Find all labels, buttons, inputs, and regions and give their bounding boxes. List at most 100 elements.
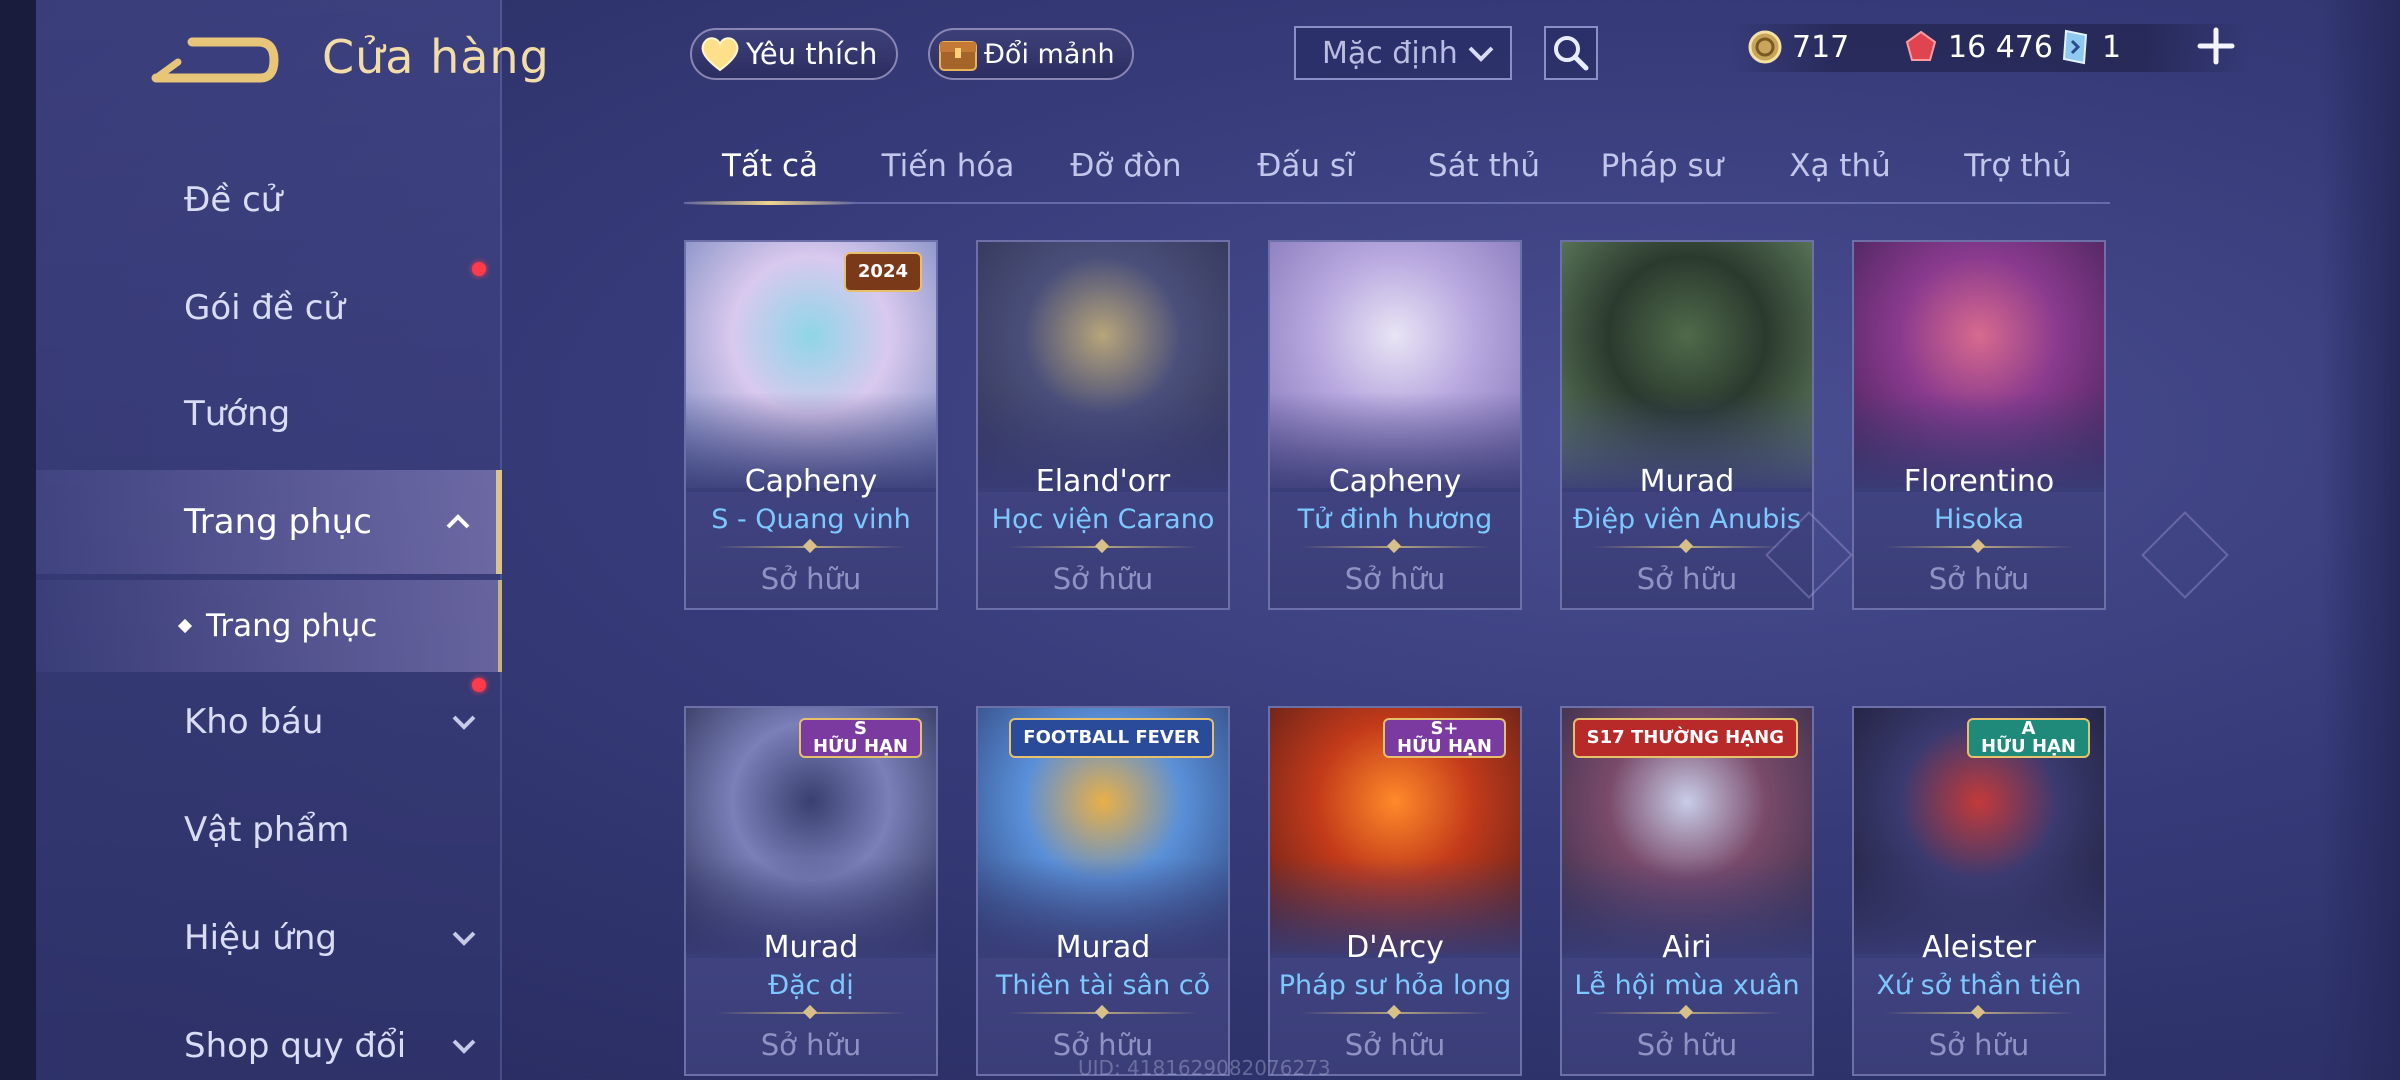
tab-fighter[interactable]: Đấu sĩ [1226, 148, 1386, 184]
notification-dot [472, 262, 486, 276]
gold-balance: 717 [1746, 28, 1849, 66]
sidebar-item-skins[interactable]: Trang phục [36, 470, 502, 574]
tab-assassin[interactable]: Sát thủ [1404, 148, 1564, 184]
skin-card[interactable]: Capheny Tử đinh hương Sở hữu [1268, 240, 1522, 610]
skin-name: Học viện Carano [991, 504, 1215, 535]
skin-name: S - Quang vinh [711, 504, 911, 535]
ticket-value: 1 [2102, 29, 2122, 65]
divider-diamond-icon [1678, 538, 1694, 554]
skin-card[interactable]: FOOTBALL FEVER Murad Thiên tài sân cỏ Sở hữ… [976, 706, 1230, 1076]
sidebar-item-label: Vật phẩm [184, 810, 350, 850]
sidebar-subitem-skins[interactable]: Trang phục [36, 580, 502, 672]
exchange-fragments-button[interactable]: Đổi mảnh [928, 28, 1134, 80]
skin-card[interactable]: S HỮU HẠN Murad Đặc dị Sở hữu [684, 706, 938, 1076]
hero-name: Florentino [1903, 464, 2055, 499]
divider-diamond-icon [1970, 538, 1986, 554]
rarity-badge: S+ HỮU HẠN [1382, 718, 1506, 758]
sidebar-item-effects[interactable]: Hiệu ứng [36, 886, 502, 990]
hero-name: Eland'orr [1035, 464, 1171, 499]
bullet-icon [177, 618, 193, 634]
tab-label: Sát thủ [1427, 148, 1541, 184]
gold-value: 717 [1792, 29, 1850, 65]
tab-label: Đấu sĩ [1257, 148, 1355, 184]
divider-diamond-icon [1386, 1004, 1402, 1020]
sidebar-item-label: Đề cử [184, 180, 283, 220]
sidebar-item-recommended[interactable]: Đề cử [36, 148, 502, 252]
tab-mage[interactable]: Pháp sư [1582, 148, 1742, 184]
hero-name: Capheny [1328, 464, 1462, 499]
owned-status: Sở hữu [760, 562, 862, 596]
sidebar-item-label: Kho báu [184, 702, 324, 742]
sidebar-item-items[interactable]: Vật phẩm [36, 778, 502, 882]
tab-marksman[interactable]: Xạ thủ [1760, 148, 1920, 184]
owned-status: Sở hữu [1636, 562, 1738, 596]
tab-label: Tất cả [722, 148, 818, 184]
divider-diamond-icon [1094, 538, 1110, 554]
tab-support[interactable]: Trợ thủ [1938, 148, 2098, 184]
skin-name: Thiên tài sân cỏ [995, 970, 1211, 1001]
sidebar-item-label: Trang phục [184, 502, 372, 542]
sort-dropdown[interactable]: Mặc định [1294, 26, 1512, 80]
skin-card[interactable]: A HỮU HẠN Aleister Xứ sở thần tiên Sở hữu [1852, 706, 2106, 1076]
sidebar-item-heroes[interactable]: Tướng [36, 362, 502, 466]
tab-label: Đỡ đòn [1070, 148, 1182, 184]
sidebar-item-label: Shop quy đổi [184, 1026, 407, 1066]
plus-icon[interactable] [2196, 26, 2236, 66]
tab-label: Pháp sư [1600, 148, 1724, 184]
skin-card[interactable]: Eland'orr Học viện Carano Sở hữu [976, 240, 1230, 610]
skin-card[interactable]: S+ HỮU HẠN D'Arcy Pháp sư hỏa long Sở hữu [1268, 706, 1522, 1076]
skin-name: Xứ sở thần tiên [1876, 970, 2082, 1001]
chevron-down-icon [452, 715, 476, 730]
hero-name: Murad [763, 930, 859, 965]
left-edge [0, 0, 36, 1080]
skin-name: Pháp sư hỏa long [1278, 970, 1512, 1001]
sidebar-item-recommended-bundles[interactable]: Gói đề cử [36, 256, 502, 360]
sidebar-item-treasure[interactable]: Kho báu [36, 670, 502, 774]
skin-card[interactable]: 2024 Capheny S - Quang vinh Sở hữu [684, 240, 938, 610]
skin-name: Lễ hội mùa xuân [1574, 970, 1800, 1001]
owned-status: Sở hữu [1928, 562, 2030, 596]
owned-status: Sở hữu [1928, 1028, 2030, 1062]
sidebar-item-label: Gói đề cử [184, 288, 345, 328]
divider-diamond-icon [1386, 538, 1402, 554]
category-tabs: Tất cả Tiến hóa Đỡ đòn Đấu sĩ Sát thủ Ph… [684, 140, 2110, 205]
ticket-balance: 1 [2056, 28, 2121, 66]
hero-name: Airi [1662, 930, 1712, 965]
rarity-badge: S17 THƯỜNG HẠNG [1572, 718, 1798, 758]
tab-label: Tiến hóa [881, 148, 1015, 184]
rarity-badge: S HỮU HẠN [798, 718, 922, 758]
right-edge [2320, 0, 2400, 1080]
skin-name: Đặc dị [768, 970, 854, 1001]
back-arrow-icon[interactable] [148, 32, 282, 88]
active-tab-underline [684, 201, 856, 205]
search-button[interactable] [1544, 26, 1598, 80]
favorites-button[interactable]: Yêu thích [690, 28, 898, 80]
treasure-chest-icon [936, 32, 980, 76]
owned-status: Sở hữu [1344, 562, 1446, 596]
tab-evolution[interactable]: Tiến hóa [868, 148, 1028, 184]
tab-all[interactable]: Tất cả [690, 148, 850, 184]
sort-selected-value: Mặc định [1322, 35, 1458, 71]
sidebar-subitem-label: Trang phục [206, 608, 378, 644]
red-voucher-icon [1902, 28, 1940, 66]
skin-card[interactable]: Florentino Hisoka Sở hữu [1852, 240, 2106, 610]
tab-tank[interactable]: Đỡ đòn [1046, 148, 1206, 184]
page-title: Cửa hàng [322, 30, 550, 84]
chevron-down-icon [452, 931, 476, 946]
owned-status: Sở hữu [1636, 1028, 1738, 1062]
skin-card[interactable]: S17 THƯỜNG HẠNG Airi Lễ hội mùa xuân Sở hữu [1560, 706, 1814, 1076]
hero-name: D'Arcy [1346, 930, 1444, 965]
hero-name: Murad [1055, 930, 1151, 965]
skin-name: Hisoka [1933, 504, 2025, 535]
divider-diamond-icon [802, 538, 818, 554]
favorites-label: Yêu thích [746, 37, 878, 71]
diamond-ornament [2141, 511, 2229, 599]
skin-name: Tử đinh hương [1297, 504, 1493, 535]
chevron-down-icon [1468, 46, 1494, 62]
chevron-up-icon [446, 514, 470, 529]
sidebar-item-exchange-shop[interactable]: Shop quy đổi [36, 994, 502, 1080]
uid-label: UID: 4181629082076273 [1078, 1056, 1331, 1080]
notification-dot [472, 678, 486, 692]
owned-status: Sở hữu [1052, 562, 1154, 596]
divider-diamond-icon [1970, 1004, 1986, 1020]
